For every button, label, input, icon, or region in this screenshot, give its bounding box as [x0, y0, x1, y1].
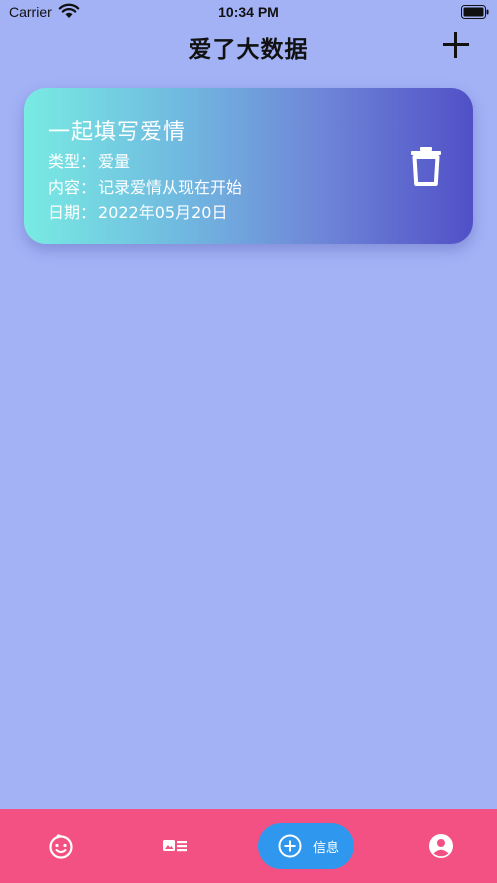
page-title: 爱了大数据: [188, 37, 309, 63]
type-value: 爱量: [98, 152, 131, 171]
id-card-icon[interactable]: [162, 833, 188, 859]
card-date-row: 日期： 2022年05月20日: [48, 199, 227, 223]
content-label: 内容：: [48, 178, 97, 197]
status-time: 10:34 PM: [218, 4, 279, 20]
tab-bar: 信息: [0, 809, 497, 883]
date-value: 2022年05月20日: [98, 203, 228, 222]
type-label: 类型：: [48, 152, 97, 171]
battery-icon: [461, 5, 489, 19]
trash-icon[interactable]: [409, 146, 443, 186]
card-type-row: 类型： 爱量: [48, 148, 130, 172]
card-content-row: 内容： 记录爱情从现在开始: [48, 174, 242, 198]
tab-info-label: 信息: [313, 841, 340, 856]
card-title: 一起填写爱情: [48, 120, 187, 145]
add-circle-icon: [278, 834, 302, 858]
tab-info[interactable]: 信息: [258, 823, 354, 869]
user-profile-icon[interactable]: [428, 833, 454, 859]
status-bar: Carrier 10:34 PM: [0, 0, 497, 26]
navigation-bar: 爱了大数据: [0, 26, 497, 66]
date-label: 日期：: [48, 203, 97, 222]
add-button[interactable]: [443, 32, 469, 58]
record-card[interactable]: 一起填写爱情 类型： 爱量 内容： 记录爱情从现在开始 日期： 2022年05月20日: [24, 88, 473, 244]
content-value: 记录爱情从现在开始: [98, 178, 243, 197]
baby-face-icon[interactable]: [48, 833, 74, 859]
